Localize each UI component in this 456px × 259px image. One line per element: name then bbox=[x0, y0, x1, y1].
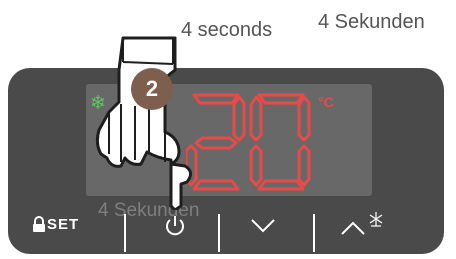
button-divider bbox=[313, 214, 315, 252]
button-divider bbox=[218, 214, 220, 252]
pointing-hand-icon bbox=[95, 36, 192, 210]
chevron-up-icon bbox=[341, 221, 365, 235]
step-badge: 2 bbox=[131, 68, 173, 110]
button-divider bbox=[124, 214, 126, 252]
down-button[interactable] bbox=[234, 206, 292, 242]
chevron-down-icon bbox=[251, 219, 275, 233]
temperature-readout bbox=[186, 93, 311, 191]
set-button[interactable]: SET bbox=[26, 206, 108, 242]
power-icon bbox=[166, 216, 184, 236]
defrost-icon bbox=[369, 212, 383, 227]
duration-label-de: 4 Sekunden bbox=[318, 11, 425, 33]
set-button-label: SET bbox=[47, 216, 80, 233]
power-button[interactable] bbox=[146, 206, 204, 242]
up-button[interactable] bbox=[328, 206, 398, 242]
temperature-unit: °C bbox=[318, 94, 334, 110]
lock-icon bbox=[33, 216, 45, 232]
temperature-digit-0 bbox=[249, 93, 311, 191]
